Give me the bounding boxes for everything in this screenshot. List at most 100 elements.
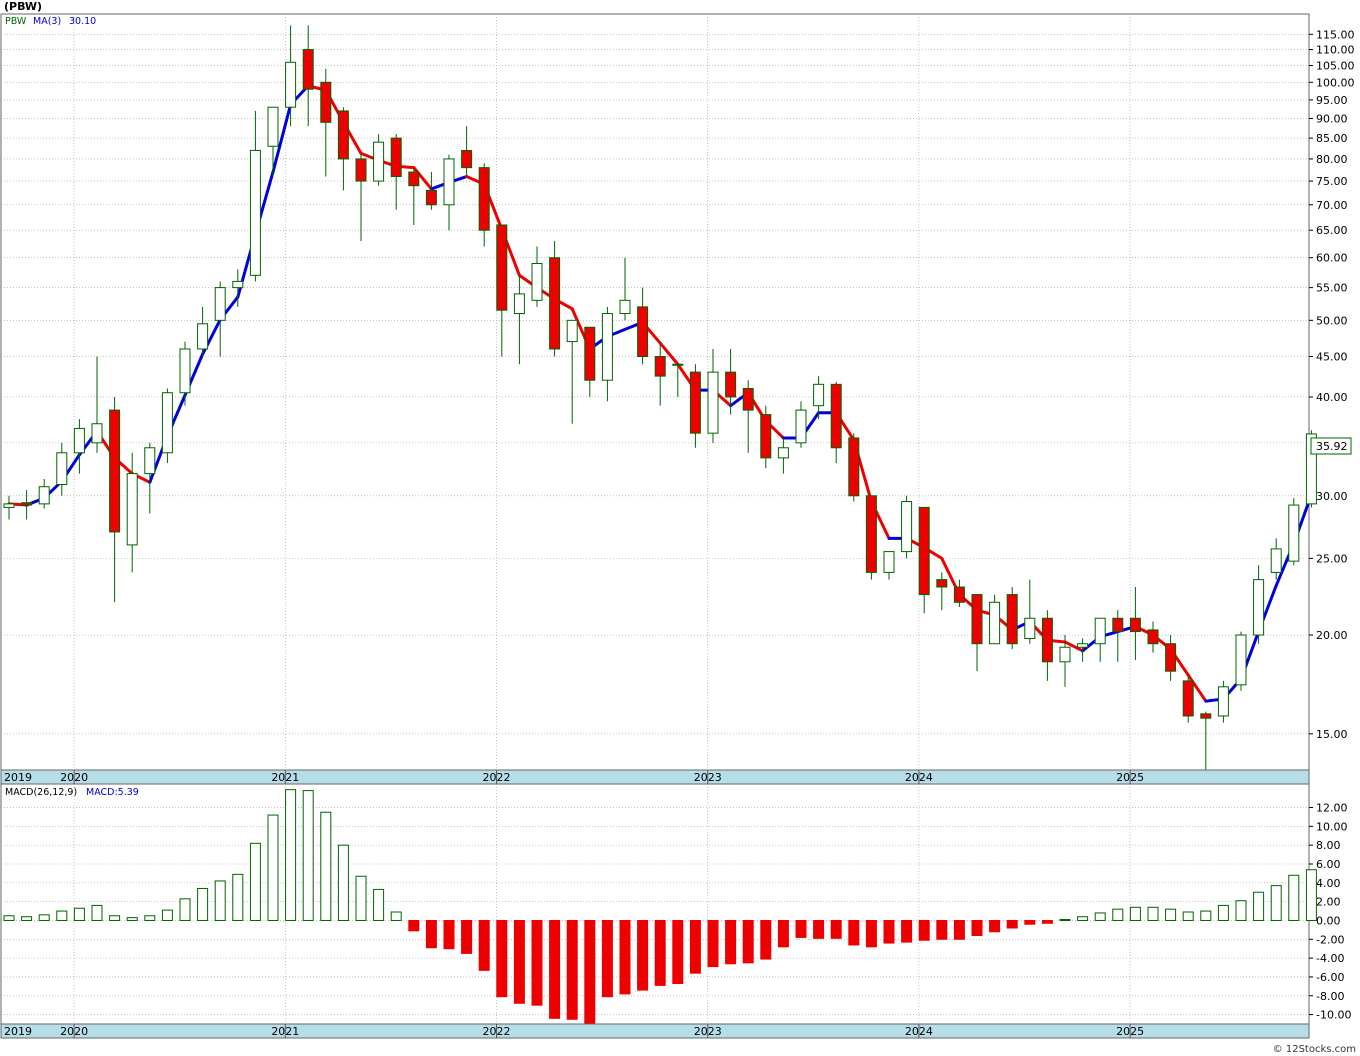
macd-bar-positive (1147, 906, 1159, 921)
macd-bar-positive (1112, 908, 1124, 921)
legend-ma-label: MA(3) (33, 16, 61, 27)
candle-body-up (989, 601, 1001, 645)
candle-body-down (320, 81, 332, 123)
candle-body-up (91, 423, 103, 444)
price-tick-label: 105.00 (1316, 60, 1355, 73)
macd-bar-positive (1077, 916, 1089, 921)
macd-bar-positive (1182, 911, 1194, 921)
candle-body-down (936, 579, 948, 588)
candle-body-up (566, 319, 578, 343)
macd-bar-negative (1024, 919, 1036, 925)
candle-body-down (1147, 629, 1159, 645)
price-tick-label: 45.00 (1316, 351, 1348, 364)
macd-bar-negative (760, 919, 772, 960)
candle-body-up (144, 447, 156, 475)
candle-body-down (408, 171, 420, 187)
price-tick-label: 80.00 (1316, 153, 1348, 166)
macd-bar-positive (390, 911, 402, 921)
macd-bar-positive (373, 888, 385, 921)
macd-bar-positive (1094, 912, 1106, 921)
macd-bar-positive (109, 915, 121, 921)
price-tick-label: 30.00 (1316, 490, 1348, 503)
candle-body-down (21, 502, 33, 506)
candle-body-up (1217, 686, 1229, 717)
candle (848, 433, 860, 502)
macd-bar-negative (901, 919, 913, 943)
candle-body-down (1112, 617, 1124, 633)
macd-bar-negative (584, 919, 596, 1024)
macd-tick-label: -4.00 (1316, 952, 1344, 965)
candle-body-up (373, 141, 385, 182)
macd-bar-positive (1253, 891, 1265, 921)
price-tick-label: 100.00 (1316, 76, 1355, 89)
candle-body-up (1059, 646, 1071, 663)
candle-body-down (637, 306, 649, 358)
macd-bar-negative (813, 919, 825, 939)
price-tick-label: 65.00 (1316, 224, 1348, 237)
candle-body-down (478, 167, 490, 231)
candle (1217, 680, 1229, 723)
candle-body-down (760, 414, 772, 459)
macd-bar-positive (1059, 919, 1071, 922)
candle (549, 240, 561, 357)
candle-body-down (109, 409, 121, 533)
candle-body-down (425, 189, 437, 206)
candle-body-down (1041, 617, 1053, 663)
macd-bar-positive (73, 907, 85, 921)
price-tick-label: 90.00 (1316, 112, 1348, 125)
candle-body-down (1200, 713, 1212, 719)
candle-body-up (38, 486, 50, 505)
last-price-value: 35.92 (1316, 440, 1348, 453)
candle-body-down (390, 137, 402, 178)
candle-body-up (601, 313, 613, 381)
macd-bar-positive (267, 814, 279, 921)
macd-tick-label: 12.00 (1316, 802, 1348, 815)
candle (1288, 498, 1300, 566)
macd-bar-negative (531, 919, 543, 1006)
macd-bar-positive (144, 915, 156, 921)
macd-bar-negative (865, 919, 877, 948)
macd-bar-positive (337, 844, 349, 921)
macd-bar-negative (1041, 919, 1053, 924)
macd-tick-label: 2.00 (1316, 896, 1341, 909)
macd-bar-negative (619, 919, 631, 995)
macd-bar-positive (320, 811, 332, 921)
macd-bar-negative (936, 919, 948, 940)
macd-bar-negative (549, 919, 561, 1019)
year-label: 2019 (4, 1025, 32, 1038)
macd-bar-positive (214, 880, 226, 921)
candle-body-up (3, 503, 15, 508)
candle-body-up (232, 280, 244, 289)
candle-body-up (813, 383, 825, 407)
year-axis-band-price (0, 769, 1310, 785)
macd-bar-negative (513, 919, 525, 1004)
candle-body-up (1270, 548, 1282, 573)
price-tick-label: 115.00 (1316, 28, 1355, 41)
candle-body-down (337, 110, 349, 160)
price-tick-label: 95.00 (1316, 94, 1348, 107)
macd-bar-positive (302, 790, 314, 921)
candle-body-up (672, 363, 684, 366)
candle-body-up (1288, 504, 1300, 562)
candle (989, 594, 1001, 645)
candle-body-up (777, 447, 789, 459)
macd-bar-negative (971, 919, 983, 937)
year-axis-band-macd (0, 1023, 1310, 1039)
macd-bar-negative (443, 919, 455, 950)
legend-ma-value: 30.10 (69, 16, 96, 27)
candle-body-up (56, 452, 68, 486)
price-tick-label: 55.00 (1316, 282, 1348, 295)
candle-body-down (742, 387, 754, 411)
candle-body-up (795, 409, 807, 444)
macd-bar-negative (725, 919, 737, 965)
candle-body-down (496, 224, 508, 311)
macd-bar-positive (1270, 885, 1282, 921)
macd-bar-negative (654, 919, 666, 986)
macd-bar-negative (478, 919, 490, 971)
candle-body-down (830, 383, 842, 449)
candle-body-up (443, 158, 455, 206)
macd-bar-positive (355, 875, 367, 921)
macd-tick-label: -2.00 (1316, 933, 1344, 946)
legend-symbol: PBW (5, 16, 27, 27)
candle-body-up (73, 427, 85, 454)
